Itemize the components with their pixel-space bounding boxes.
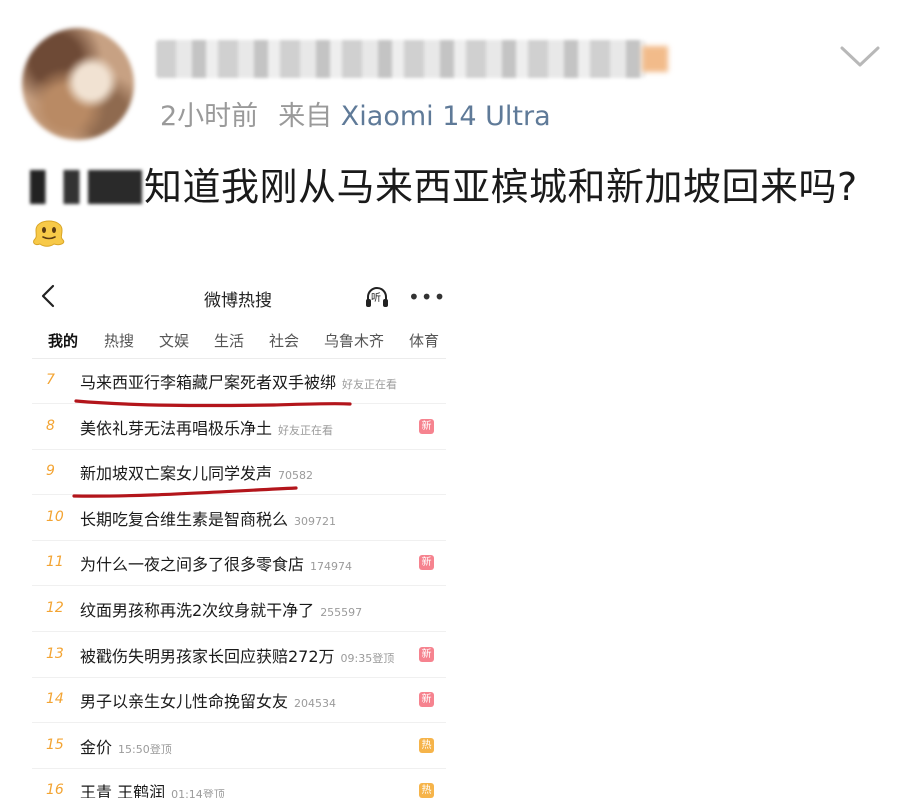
hot-search-title[interactable]: 金价 15:50登顶	[80, 734, 172, 758]
back-arrow-icon[interactable]	[40, 284, 56, 308]
redacted-text	[30, 170, 142, 204]
more-icon[interactable]: •••	[408, 285, 446, 309]
list-item[interactable]: 15 金价 15:50登顶 热	[28, 724, 450, 769]
rank-number: 11	[46, 554, 64, 571]
rank-number: 7	[46, 372, 55, 388]
list-item[interactable]: 14 男子以亲生女儿性命挽留女友 204534 新	[28, 678, 450, 724]
topic-extra: 255597	[320, 606, 363, 619]
topic-text: 长期吃复合维生素是智商税么	[80, 509, 289, 529]
username-blurred[interactable]	[156, 40, 668, 78]
listen-label: 听	[371, 293, 381, 304]
status-badge: 新	[419, 646, 434, 662]
tab-life[interactable]: 生活	[214, 330, 244, 351]
topic-text: 美依礼芽无法再唱极乐净土	[80, 418, 273, 438]
tab-mine[interactable]: 我的	[48, 330, 78, 351]
topic-extra: 好友正在看	[342, 378, 398, 391]
post-text-body: 知道我刚从马来西亚槟城和新加坡回来吗?	[144, 165, 858, 209]
hot-search-title[interactable]: 王青 王鹤润 01:14登顶	[80, 779, 225, 798]
hot-search-title[interactable]: 美依礼芽无法再唱极乐净土 好友正在看	[80, 415, 333, 439]
topic-extra: 15:50登顶	[118, 742, 172, 756]
hot-search-title[interactable]: 被戳伤失明男孩家长回应获赔272万 09:35登顶	[80, 643, 394, 667]
post-text: 知道我刚从马来西亚槟城和新加坡回来吗?	[30, 156, 858, 211]
hot-search-screenshot: 微博热搜 听 ••• 我的 热搜 文娱 生活 社会 乌鲁木齐 体育 7 马来西亚行…	[28, 270, 450, 798]
rank-number: 10	[46, 508, 64, 525]
topic-extra: 好友正在看	[278, 423, 334, 437]
category-tabs: 我的 热搜 文娱 生活 社会 乌鲁木齐 体育	[28, 326, 450, 356]
topic-text: 男子以亲生女儿性命挽留女友	[80, 692, 289, 712]
hot-search-title[interactable]: 纹面男孩称再洗2次纹身就干净了 255597	[80, 597, 362, 621]
hot-search-title[interactable]: 长期吃复合维生素是智商税么 309721	[80, 506, 336, 530]
topic-extra: 174974	[310, 560, 353, 574]
tab-society[interactable]: 社会	[269, 330, 299, 351]
list-item[interactable]: 11 为什么一夜之间多了很多零食店 174974 新	[28, 541, 450, 587]
status-badge: 新	[419, 555, 434, 571]
avatar[interactable]	[22, 28, 134, 140]
topic-text: 纹面男孩称再洗2次纹身就干净了	[80, 601, 315, 620]
rank-number: 12	[46, 600, 64, 616]
rank-number: 16	[46, 782, 64, 798]
rank-number: 13	[46, 645, 64, 662]
topic-extra: 70582	[278, 469, 314, 483]
list-item[interactable]: 12 纹面男孩称再洗2次纹身就干净了 255597	[28, 587, 450, 632]
melting-face-emoji-icon	[33, 220, 65, 247]
device-link[interactable]: Xiaomi 14 Ultra	[341, 101, 551, 132]
topic-text: 马来西亚行李箱藏尸案死者双手被绑	[80, 373, 337, 392]
topic-extra: 01:14登顶	[171, 788, 225, 798]
rank-number: 14	[46, 691, 64, 708]
list-item[interactable]: 13 被戳伤失明男孩家长回应获赔272万 09:35登顶 新	[28, 633, 450, 678]
list-item[interactable]: 16 王青 王鹤润 01:14登顶 热	[28, 769, 450, 798]
hot-search-title[interactable]: 马来西亚行李箱藏尸案死者双手被绑 好友正在看	[80, 369, 397, 393]
tab-sports[interactable]: 体育	[409, 330, 439, 351]
topic-text: 为什么一夜之间多了很多零食店	[80, 555, 305, 575]
topic-extra: 204534	[294, 697, 337, 711]
topic-text: 被戳伤失明男孩家长回应获赔272万	[80, 646, 335, 666]
topic-extra: 309721	[294, 514, 337, 528]
underline-annotation-row7	[74, 399, 352, 408]
hot-search-title[interactable]: 男子以亲生女儿性命挽留女友 204534	[80, 688, 336, 712]
hot-search-title[interactable]: 新加坡双亡案女儿同学发声 70582	[80, 460, 313, 484]
topic-text: 新加坡双亡案女儿同学发声	[80, 464, 273, 484]
status-badge: 热	[419, 737, 434, 753]
topic-text: 王青 王鹤润	[80, 783, 166, 798]
status-badge: 热	[419, 783, 434, 798]
underline-annotation-row9	[72, 486, 298, 498]
topic-text: 金价	[80, 737, 113, 757]
tab-hot[interactable]: 热搜	[104, 330, 134, 351]
topic-extra: 09:35登顶	[340, 651, 395, 665]
rank-number: 8	[46, 417, 55, 434]
status-badge: 新	[419, 418, 434, 434]
source-prefix: 来自	[278, 101, 333, 132]
rank-number: 15	[46, 736, 64, 753]
rank-number: 9	[46, 463, 55, 480]
screenshot-topbar: 微博热搜 听 •••	[28, 270, 450, 322]
screenshot-title: 微博热搜	[204, 291, 272, 311]
post-time: 2小时前	[160, 101, 259, 132]
tab-entertainment[interactable]: 文娱	[159, 330, 189, 351]
tab-urumqi[interactable]: 乌鲁木齐	[324, 330, 384, 351]
list-item[interactable]: 10 长期吃复合维生素是智商税么 309721	[28, 496, 450, 541]
post-meta: 2小时前 来自 Xiaomi 14 Ultra	[160, 94, 551, 133]
hot-search-title[interactable]: 为什么一夜之间多了很多零食店 174974	[80, 551, 352, 575]
status-badge: 新	[419, 692, 434, 708]
chevron-down-icon[interactable]	[838, 44, 882, 70]
